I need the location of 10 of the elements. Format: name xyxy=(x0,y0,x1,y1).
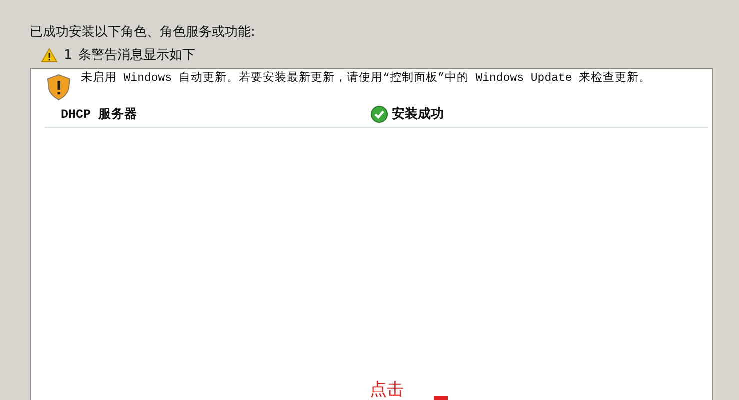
warning-icon xyxy=(41,48,58,62)
success-check-icon xyxy=(371,106,388,122)
update-warning-message: 未启用 Windows 自动更新。若要安装最新更新，请使用“控制面板”中的 Windows Update 来检查更新。 xyxy=(80,73,652,84)
install-status: 安装成功 xyxy=(392,106,444,123)
annotation-text: 点击 xyxy=(370,380,404,400)
warning-count: 1 xyxy=(64,48,72,62)
role-name: DHCP 服务器 xyxy=(61,106,139,122)
shield-warning-icon xyxy=(45,73,73,101)
heading: 已成功安装以下角色、角色服务或功能: xyxy=(30,24,256,42)
warning-summary: 条警告消息显示如下 xyxy=(78,47,196,64)
